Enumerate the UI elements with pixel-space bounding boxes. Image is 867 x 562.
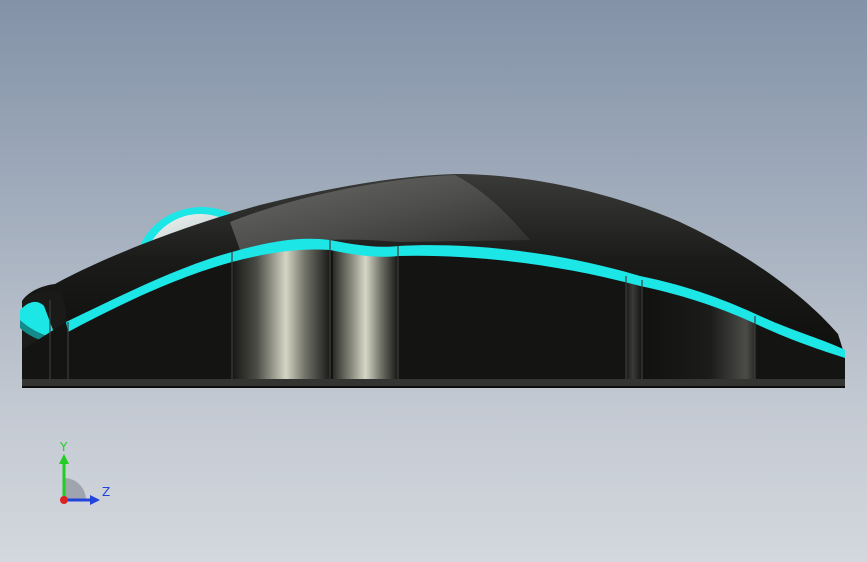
triad-quadrant — [64, 478, 86, 500]
side-panel-3 — [624, 276, 642, 384]
3d-viewport[interactable]: Y Z — [0, 0, 867, 562]
side-panel-2 — [333, 244, 398, 384]
bottom-lip — [22, 379, 845, 386]
side-panel-1 — [232, 241, 330, 384]
z-axis-arrow-icon — [90, 495, 100, 505]
y-axis-label: Y — [59, 440, 68, 454]
z-axis-label: Z — [102, 485, 110, 499]
y-axis-arrow-icon — [59, 454, 69, 464]
axis-triad: Y Z — [59, 440, 110, 505]
bottom-edge — [22, 386, 845, 388]
mouse-3d-model[interactable] — [0, 0, 867, 562]
x-axis-dot-icon — [60, 496, 68, 504]
